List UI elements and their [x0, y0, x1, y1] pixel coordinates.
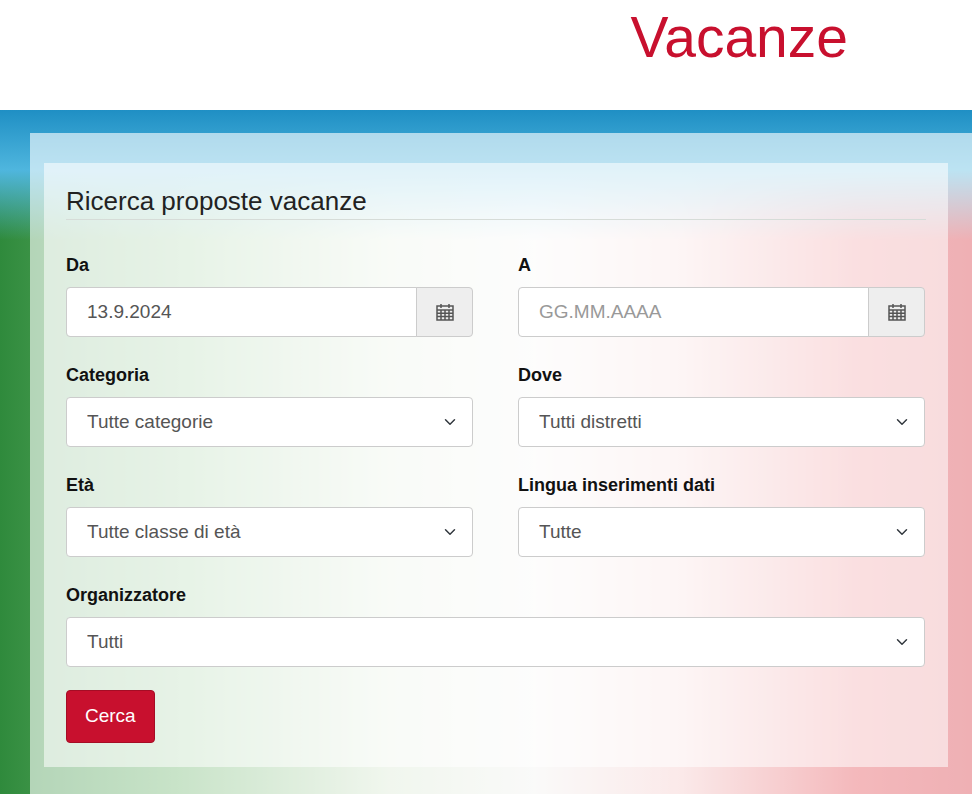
date-input-group [66, 287, 473, 337]
field-label: Organizzatore [66, 584, 925, 606]
field-label: Lingua inserimenti dati [518, 474, 925, 496]
calendar-button[interactable] [416, 287, 473, 337]
background-photo: Ricerca proposte vacanze Da A Categoria Tutt… [0, 110, 972, 794]
field-label: Dove [518, 364, 925, 386]
field-label: Da [66, 254, 473, 276]
select-field: Organizzatore Tutti [66, 584, 925, 667]
field-label: A [518, 254, 925, 276]
calendar-icon [887, 302, 907, 322]
dropdown[interactable]: Tutte [518, 507, 925, 557]
search-button[interactable]: Cerca [66, 690, 155, 743]
calendar-button[interactable] [868, 287, 925, 337]
form-grid: Da A Categoria Tutte categorie Dove Tutti dis… [66, 254, 926, 667]
search-form: Ricerca proposte vacanze Da A Categoria Tutt… [44, 163, 948, 767]
page-header: Vacanze [0, 0, 972, 110]
date-field: A [518, 254, 925, 337]
date-input[interactable] [66, 287, 417, 337]
field-label: Età [66, 474, 473, 496]
date-field: Da [66, 254, 473, 337]
select-field: Età Tutte classe di età [66, 474, 473, 557]
dropdown[interactable]: Tutte categorie [66, 397, 473, 447]
form-title: Ricerca proposte vacanze [66, 185, 926, 220]
date-input-group [518, 287, 925, 337]
select-field: Categoria Tutte categorie [66, 364, 473, 447]
select-field: Lingua inserimenti dati Tutte [518, 474, 925, 557]
outer-panel: Ricerca proposte vacanze Da A Categoria Tutt… [30, 133, 972, 794]
select-field: Dove Tutti distretti [518, 364, 925, 447]
dropdown[interactable]: Tutte classe di età [66, 507, 473, 557]
dropdown[interactable]: Tutti distretti [518, 397, 925, 447]
dropdown[interactable]: Tutti [66, 617, 925, 667]
page-title: Vacanze [630, 4, 848, 110]
date-input[interactable] [518, 287, 869, 337]
calendar-icon [435, 302, 455, 322]
button-row: Cerca [66, 690, 926, 743]
field-label: Categoria [66, 364, 473, 386]
